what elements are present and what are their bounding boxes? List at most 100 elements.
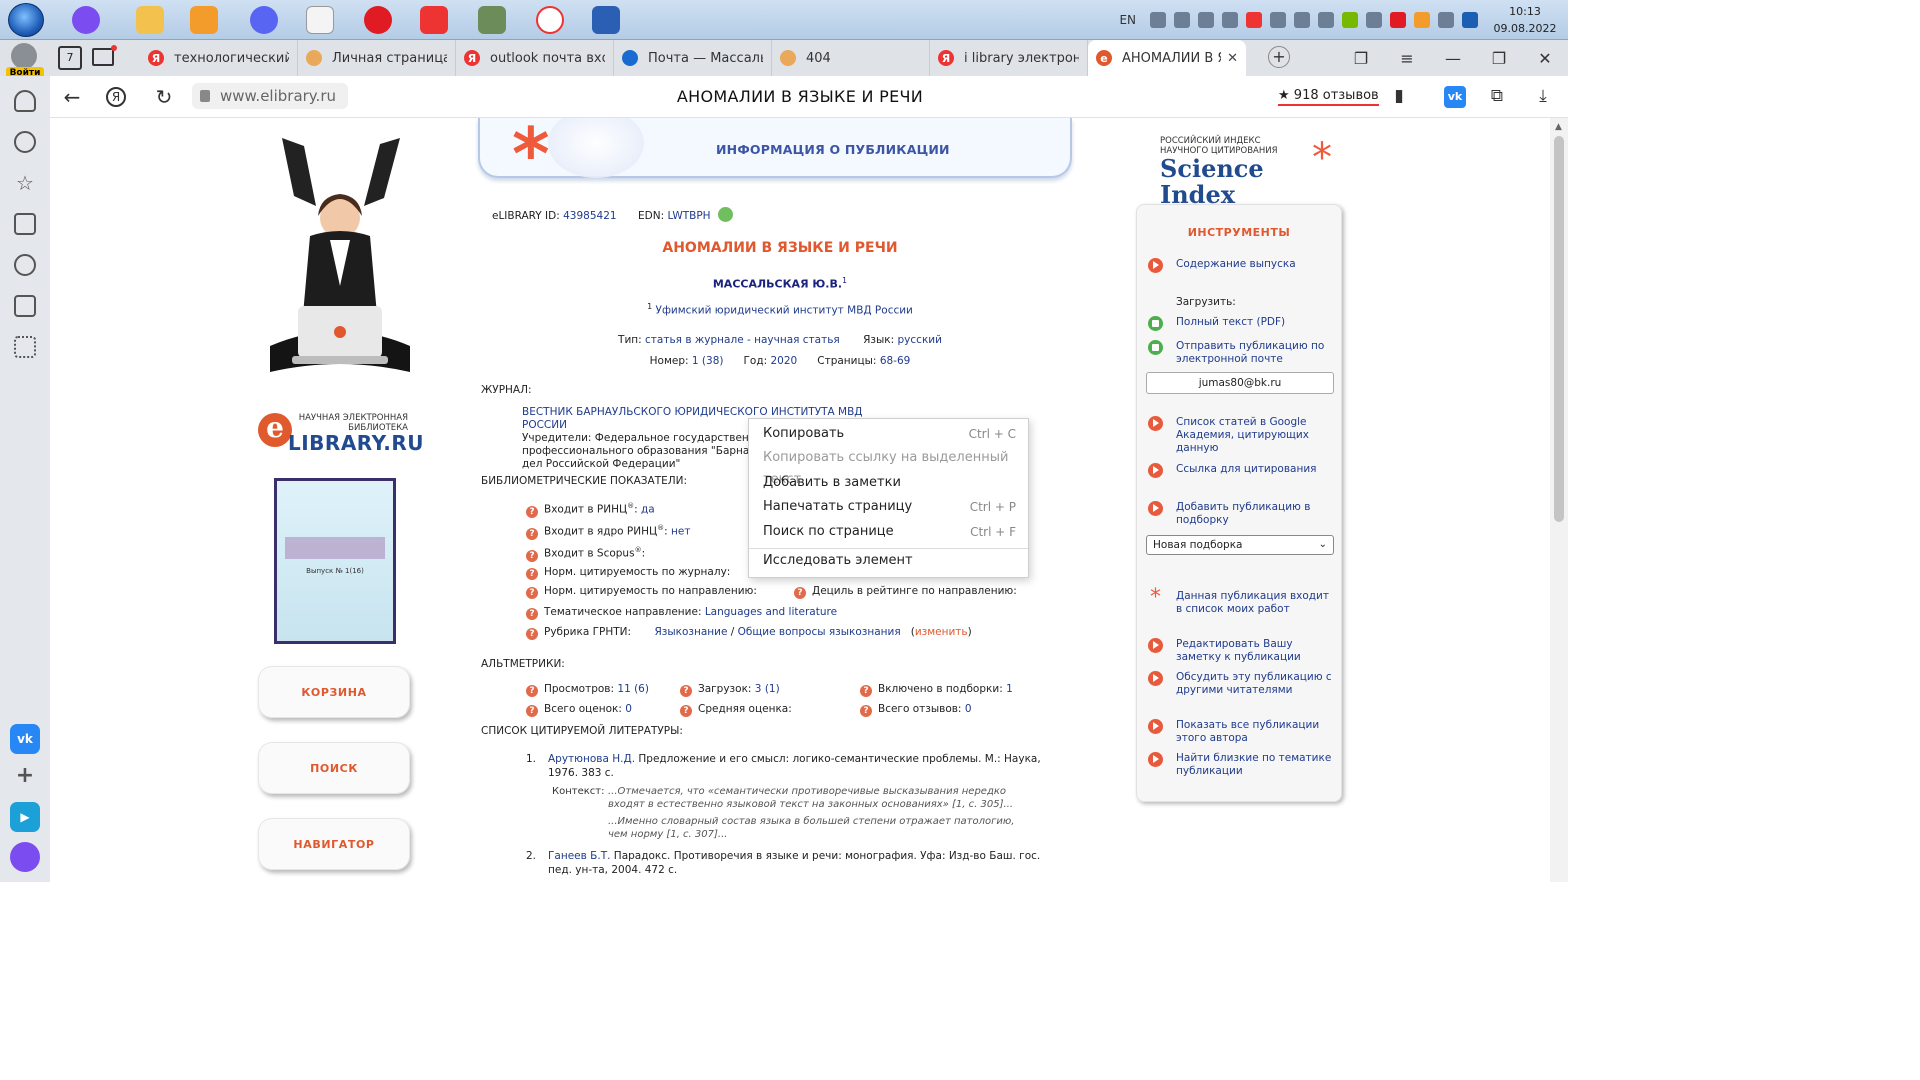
yandex-tray-icon[interactable] <box>1246 12 1262 28</box>
network-icon[interactable] <box>1150 12 1166 28</box>
fulltext-pdf-link[interactable]: Полный текст (PDF) <box>1148 316 1334 331</box>
vk-extension-icon[interactable]: vk <box>1444 86 1466 108</box>
tray-app-icon[interactable] <box>1294 12 1310 28</box>
type-value[interactable]: статья в журнале - научная статья <box>645 334 840 346</box>
help-icon[interactable]: ? <box>526 628 538 640</box>
volume-icon[interactable] <box>1174 12 1190 28</box>
edn-value[interactable]: LWTBPH <box>667 210 710 222</box>
history-icon[interactable] <box>14 131 36 153</box>
theme-value[interactable]: Languages and literature <box>705 606 837 618</box>
utility-app-icon[interactable] <box>470 3 514 37</box>
notifications-icon[interactable] <box>14 90 36 112</box>
language-value[interactable]: русский <box>898 334 942 346</box>
reviews-value[interactable]: 0 <box>965 703 972 715</box>
discuss-link[interactable]: Обсудить эту публикацию с другими читате… <box>1148 671 1334 697</box>
browser-tab[interactable]: e АНОМАЛИИ В ЯЗЫК ✕ <box>1088 40 1246 76</box>
word-app-icon[interactable] <box>584 3 628 37</box>
help-icon[interactable]: ? <box>680 685 692 697</box>
help-icon[interactable]: ? <box>526 505 538 518</box>
tray-app-icon[interactable] <box>1318 12 1334 28</box>
vk-sidebar-icon[interactable]: vk <box>10 724 40 754</box>
menu-item-copy[interactable]: Копировать Ctrl + C <box>763 423 1016 445</box>
discord-app-icon[interactable] <box>242 3 286 37</box>
flag-icon[interactable] <box>1270 12 1286 28</box>
grnti-link-2[interactable]: Общие вопросы языкознания <box>738 626 901 638</box>
edit-note-link[interactable]: Редактировать Вашу заметку к публикации <box>1148 638 1334 664</box>
browser-tab[interactable]: 404 <box>772 40 930 76</box>
help-icon[interactable]: ? <box>526 527 538 540</box>
home-button[interactable]: 7 <box>58 46 82 70</box>
collection-select[interactable]: Новая подборка ⌄ <box>1146 535 1334 555</box>
menu-item-find[interactable]: Поиск по странице Ctrl + F <box>763 521 1016 543</box>
tray-app-icon[interactable] <box>1366 12 1382 28</box>
help-icon[interactable]: ? <box>526 705 538 717</box>
elibrary-logo[interactable]: e НАУЧНАЯ ЭЛЕКТРОННАЯ БИБЛИОТЕКА LIBRARY… <box>258 413 424 458</box>
menu-item-print[interactable]: Напечатать страницу Ctrl + P <box>763 496 1016 518</box>
messenger-sidebar-icon[interactable]: ▶ <box>10 802 40 832</box>
qr-code-icon[interactable] <box>718 207 733 222</box>
all-author-pubs-link[interactable]: Показать все публикации этого автора <box>1148 719 1334 745</box>
tab-close-icon[interactable]: ✕ <box>1227 51 1238 66</box>
speaker-icon[interactable] <box>1222 12 1238 28</box>
number-value[interactable]: 1 (38) <box>692 355 724 367</box>
collections-icon[interactable] <box>14 213 36 235</box>
alice-app-icon[interactable] <box>64 3 108 37</box>
page-scrollbar[interactable]: ▲ <box>1550 118 1568 882</box>
help-icon[interactable]: ? <box>526 568 538 580</box>
help-icon[interactable]: ? <box>860 685 872 697</box>
cart-button[interactable]: КОРЗИНА <box>258 666 410 718</box>
journal-cover-image[interactable]: Выпуск № 1(16) <box>274 478 396 644</box>
rinc-value[interactable]: да <box>641 504 655 516</box>
email-field[interactable]: jumas80@bk.ru <box>1146 372 1334 394</box>
help-icon[interactable]: ? <box>526 587 538 599</box>
tray-app-icon[interactable] <box>1198 12 1214 28</box>
menu-item-add-notes[interactable]: Добавить в заметки <box>763 472 1016 494</box>
elibrary-id-value[interactable]: 43985421 <box>563 210 616 222</box>
reference-author[interactable]: Арутюнова Н.Д. <box>548 753 635 765</box>
science-index-logo[interactable]: РОССИЙСКИЙ ИНДЕКС НАУЧНОГО ЦИТИРОВАНИЯ S… <box>1160 136 1340 208</box>
scroll-up-icon[interactable]: ▲ <box>1555 122 1562 132</box>
pages-value[interactable]: 68-69 <box>880 355 911 367</box>
language-indicator[interactable]: EN <box>1119 13 1136 27</box>
translate-icon[interactable]: ⧉ <box>1486 86 1508 108</box>
tabs-overview-icon[interactable]: ❐ <box>1338 49 1384 68</box>
grnti-link-1[interactable]: Языкознание <box>654 626 727 638</box>
start-button[interactable] <box>8 3 44 37</box>
reviews-button[interactable]: ★ 918 отзывов <box>1278 88 1379 106</box>
help-icon[interactable]: ? <box>526 685 538 697</box>
split-view-button[interactable] <box>92 45 117 66</box>
google-scholar-link[interactable]: Список статей в Google Академия, цитирую… <box>1148 416 1334 455</box>
bluetooth-icon[interactable] <box>1462 12 1478 28</box>
tray-app-icon[interactable] <box>1438 12 1454 28</box>
downloads-value[interactable]: 3 (1) <box>755 683 780 695</box>
rinc-core-value[interactable]: нет <box>671 526 690 538</box>
bookmark-icon[interactable]: ▮ <box>1388 86 1410 108</box>
browser-tab[interactable]: Ятехнологический у <box>140 40 298 76</box>
browser-tab[interactable]: Яi library электронн <box>930 40 1088 76</box>
opera-tray-icon[interactable] <box>1390 12 1406 28</box>
screenshot-icon[interactable] <box>14 295 36 317</box>
browser-tab[interactable]: Почта — Массальск <box>614 40 772 76</box>
yandex-browser-app-icon[interactable] <box>528 3 572 37</box>
similar-pubs-link[interactable]: Найти близкие по тематике публикации <box>1148 752 1334 778</box>
scrollbar-thumb[interactable] <box>1554 136 1564 522</box>
opera-app-icon[interactable] <box>356 3 400 37</box>
nvidia-icon[interactable] <box>1342 12 1358 28</box>
cite-link[interactable]: Ссылка для цитирования <box>1148 463 1334 478</box>
help-icon[interactable]: ? <box>860 705 872 717</box>
change-link[interactable]: изменить <box>915 626 968 638</box>
reference-author[interactable]: Ганеев Б.Т. <box>548 850 610 862</box>
explorer-app-icon[interactable] <box>128 3 172 37</box>
collections-value[interactable]: 1 <box>1006 683 1013 695</box>
browser-tab[interactable]: Личная страница <box>298 40 456 76</box>
send-email-link[interactable]: Отправить публикацию по электронной почт… <box>1148 340 1334 366</box>
add-to-collection-link[interactable]: Добавить публикацию в подборку <box>1148 501 1334 527</box>
media-player-app-icon[interactable] <box>182 3 226 37</box>
menu-item-inspect[interactable]: Исследовать элемент <box>763 550 1016 572</box>
ratings-value[interactable]: 0 <box>625 703 632 715</box>
services-grid-icon[interactable] <box>14 336 36 358</box>
restore-button[interactable]: ❐ <box>1476 49 1522 68</box>
author-link[interactable]: МАССАЛЬСКАЯ Ю.В. <box>713 278 842 291</box>
issue-contents-link[interactable]: Содержание выпуска <box>1148 258 1334 273</box>
views-value[interactable]: 11 (6) <box>617 683 649 695</box>
